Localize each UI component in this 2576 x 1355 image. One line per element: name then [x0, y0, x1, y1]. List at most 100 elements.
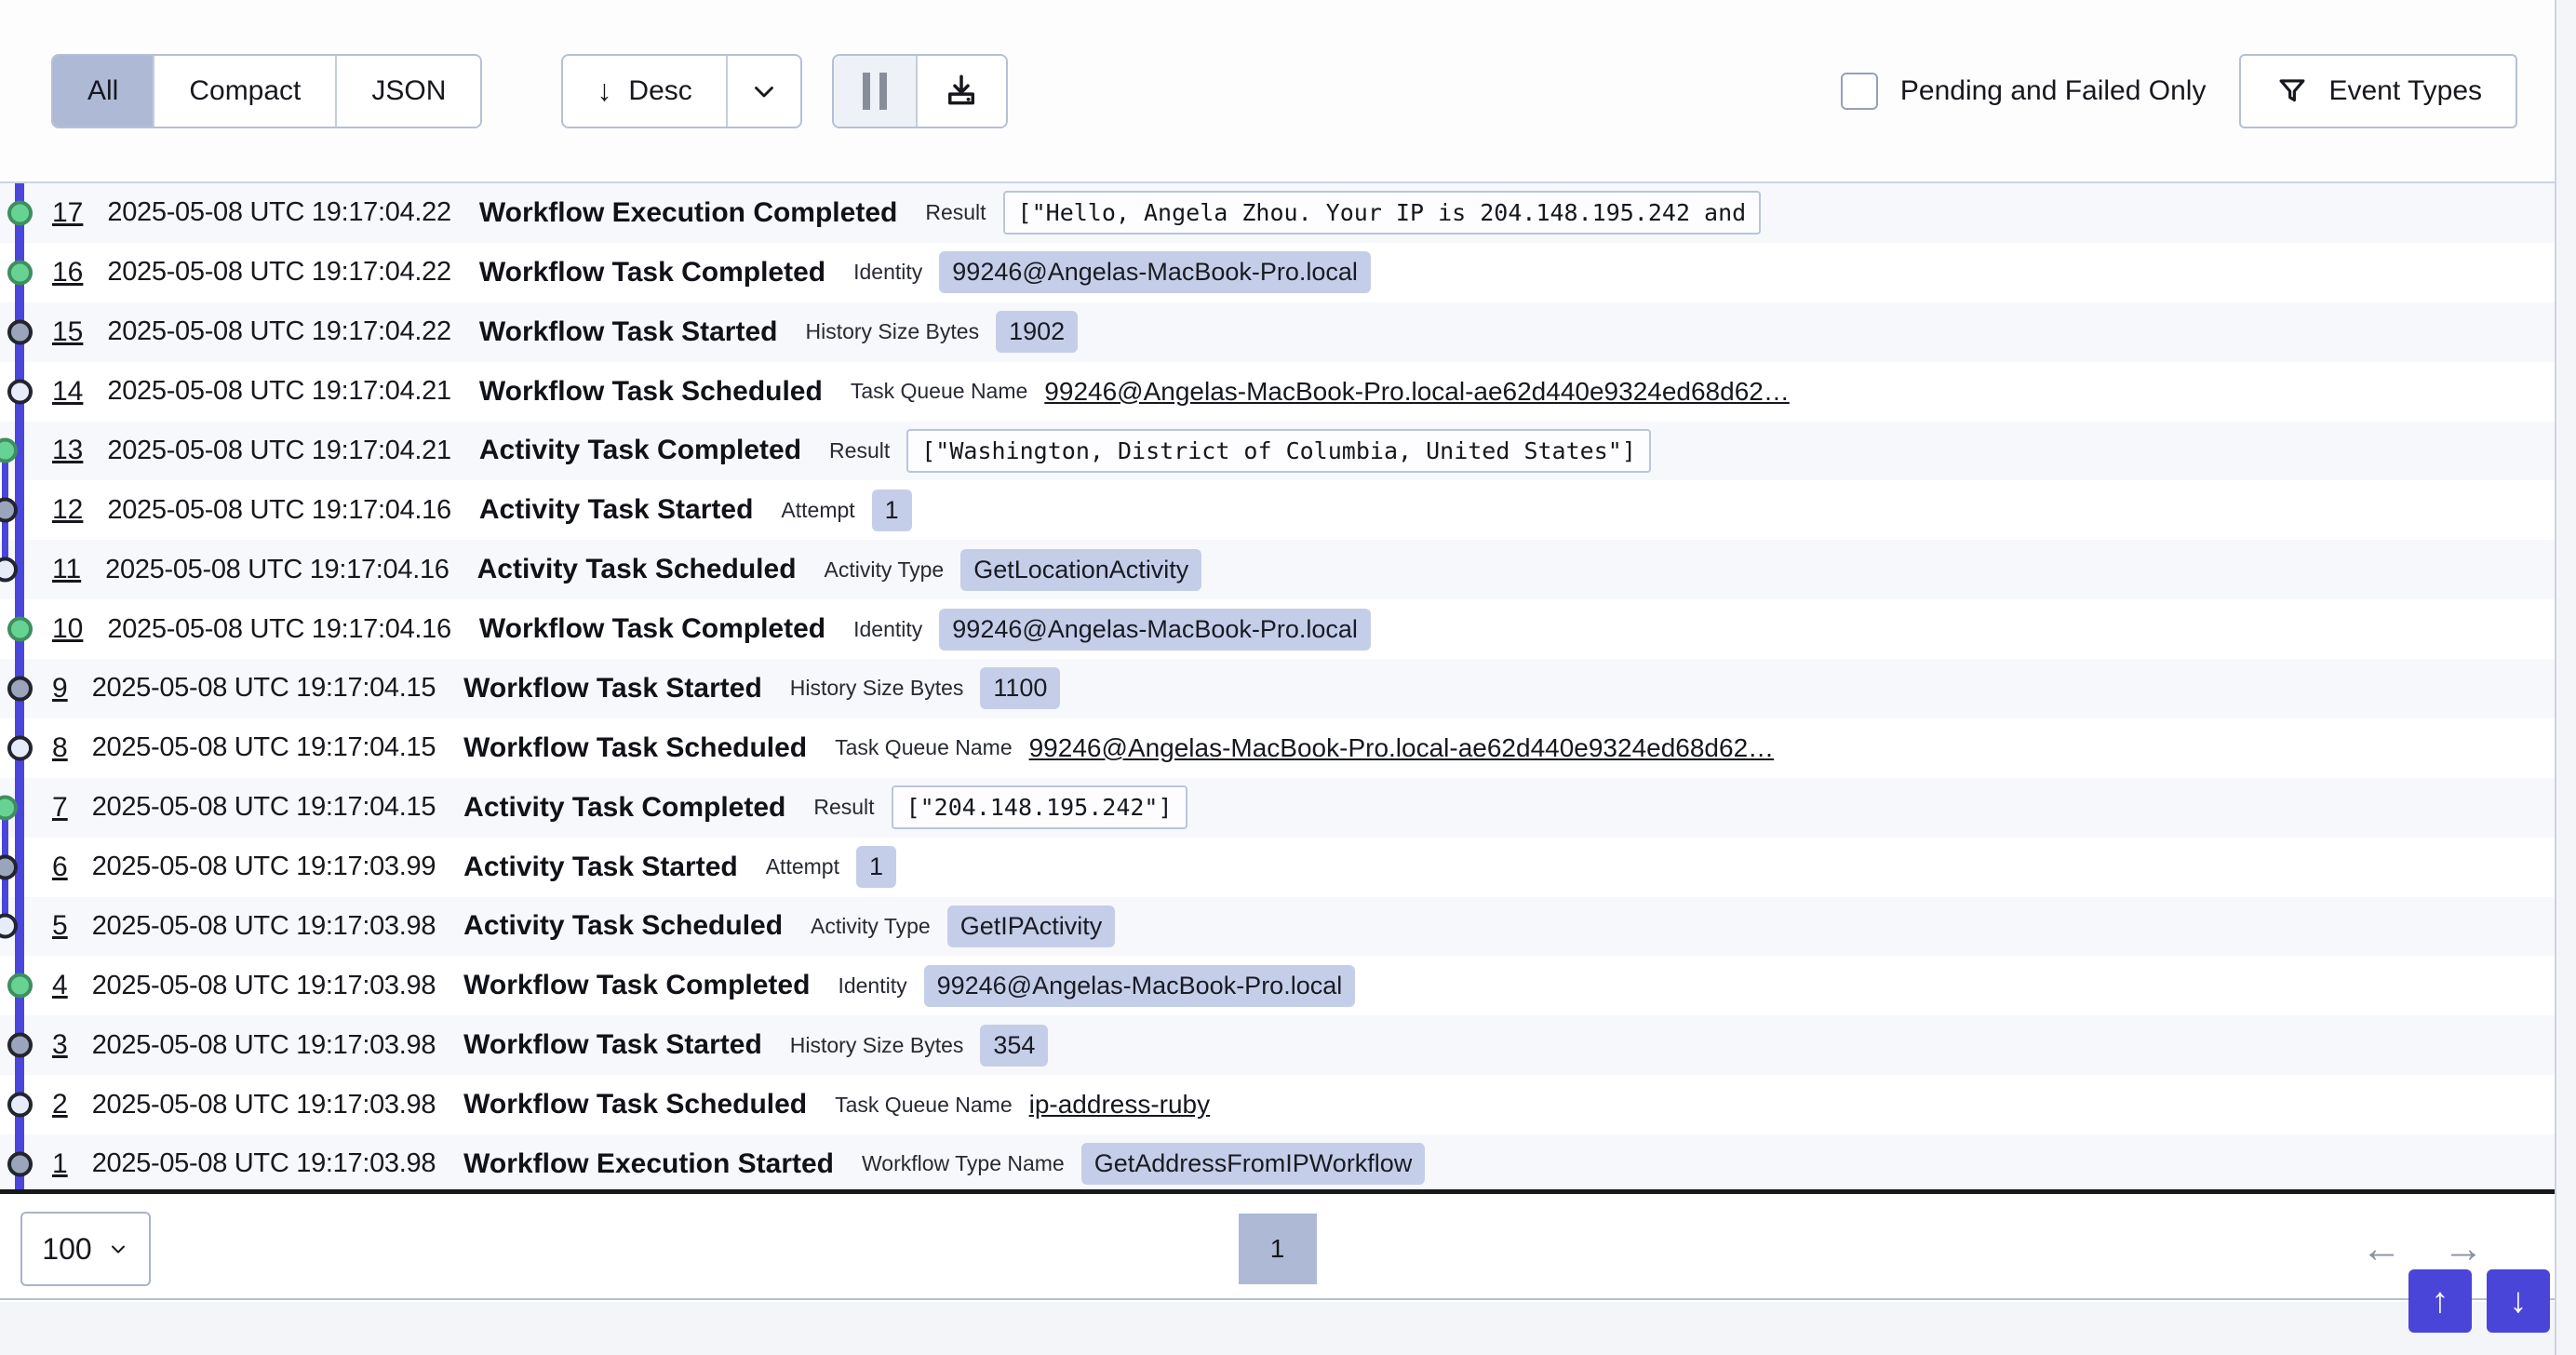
- event-name: Workflow Task Completed: [463, 970, 810, 1001]
- event-status-dot: [7, 617, 33, 642]
- next-page-icon[interactable]: →: [2443, 1228, 2484, 1269]
- event-row[interactable]: 11 2025-05-08 UTC 19:17:04.16 Activity T…: [0, 540, 2555, 599]
- current-page-button[interactable]: 1: [1239, 1214, 1317, 1284]
- event-name: Workflow Task Started: [479, 316, 778, 348]
- event-id-link[interactable]: 5: [52, 910, 68, 942]
- event-attr-value: 99246@Angelas-MacBook-Pro.local: [939, 609, 1371, 651]
- event-row[interactable]: 15 2025-05-08 UTC 19:17:04.22 Workflow T…: [0, 302, 2555, 362]
- event-row[interactable]: 14 2025-05-08 UTC 19:17:04.21 Workflow T…: [0, 362, 2555, 422]
- event-attr-label: Identity: [853, 260, 922, 285]
- download-icon: [942, 72, 981, 111]
- event-attr-value[interactable]: 99246@Angelas-MacBook-Pro.local-ae62d440…: [1029, 733, 1775, 763]
- event-row[interactable]: 2 2025-05-08 UTC 19:17:03.98 Workflow Ta…: [0, 1075, 2555, 1134]
- event-row[interactable]: 8 2025-05-08 UTC 19:17:04.15 Workflow Ta…: [0, 718, 2555, 778]
- sort-order-split-button: ↓ Desc: [561, 54, 801, 128]
- page-size-value: 100: [42, 1232, 91, 1267]
- event-id-link[interactable]: 11: [52, 554, 81, 585]
- event-row[interactable]: 4 2025-05-08 UTC 19:17:03.98 Workflow Ta…: [0, 956, 2555, 1015]
- event-row[interactable]: 6 2025-05-08 UTC 19:17:03.99 Activity Ta…: [0, 838, 2555, 897]
- event-attr-label: History Size Bytes: [790, 1033, 964, 1058]
- event-id-link[interactable]: 16: [52, 257, 83, 288]
- event-id-link[interactable]: 17: [52, 197, 83, 229]
- event-id-link[interactable]: 9: [52, 673, 68, 704]
- event-attr-value: 1100: [980, 667, 1060, 709]
- event-name: Workflow Task Started: [463, 1029, 762, 1061]
- event-status-dot: [7, 1033, 33, 1058]
- event-timestamp: 2025-05-08 UTC 19:17:03.98: [92, 911, 436, 942]
- event-history-toolbar: All Compact JSON ↓ Desc: [0, 0, 2555, 183]
- event-id-link[interactable]: 10: [52, 613, 83, 645]
- event-attr-label: Identity: [838, 973, 906, 999]
- event-row[interactable]: 12 2025-05-08 UTC 19:17:04.16 Activity T…: [0, 480, 2555, 540]
- event-attr-label: Result: [925, 200, 986, 225]
- sort-order-button[interactable]: ↓ Desc: [563, 56, 725, 127]
- event-attr-value: 99246@Angelas-MacBook-Pro.local: [939, 251, 1371, 293]
- event-name: Workflow Task Scheduled: [463, 732, 807, 764]
- tab-json[interactable]: JSON: [337, 56, 480, 127]
- event-attr-value: ["Washington, District of Columbia, Unit…: [906, 429, 1651, 473]
- page-size-select[interactable]: 100: [20, 1212, 151, 1286]
- event-id-link[interactable]: 1: [52, 1148, 68, 1180]
- event-attr-value: ["204.148.195.242"]: [892, 785, 1187, 829]
- event-name: Workflow Execution Started: [463, 1148, 834, 1180]
- toolbar-right-controls: Pending and Failed Only Event Types: [1841, 54, 2517, 128]
- sort-order-dropdown-button[interactable]: [726, 56, 800, 127]
- event-id-link[interactable]: 15: [52, 316, 83, 348]
- event-name: Workflow Task Started: [463, 673, 762, 704]
- event-timestamp: 2025-05-08 UTC 19:17:03.98: [92, 1030, 436, 1061]
- event-row[interactable]: 5 2025-05-08 UTC 19:17:03.98 Activity Ta…: [0, 897, 2555, 957]
- event-attr-value[interactable]: 99246@Angelas-MacBook-Pro.local-ae62d440…: [1044, 377, 1790, 407]
- tab-compact[interactable]: Compact: [154, 56, 337, 127]
- event-row[interactable]: 7 2025-05-08 UTC 19:17:04.15 Activity Ta…: [0, 778, 2555, 838]
- event-id-link[interactable]: 14: [52, 376, 83, 408]
- event-row[interactable]: 16 2025-05-08 UTC 19:17:04.22 Workflow T…: [0, 243, 2555, 302]
- event-attr-value[interactable]: ip-address-ruby: [1029, 1090, 1211, 1120]
- event-name: Workflow Task Completed: [479, 613, 825, 645]
- event-row[interactable]: 3 2025-05-08 UTC 19:17:03.98 Workflow Ta…: [0, 1015, 2555, 1075]
- scrollbar-gutter[interactable]: [2555, 0, 2576, 1355]
- chevron-down-icon: [107, 1238, 129, 1260]
- event-id-link[interactable]: 4: [52, 970, 68, 1001]
- filter-funnel-icon: [2274, 74, 2310, 109]
- sort-order-label: Desc: [628, 75, 691, 107]
- event-name: Workflow Task Scheduled: [479, 376, 823, 408]
- event-row[interactable]: 1 2025-05-08 UTC 19:17:03.98 Workflow Ex…: [0, 1134, 2555, 1194]
- event-row[interactable]: 17 2025-05-08 UTC 19:17:04.22 Workflow E…: [0, 183, 2555, 243]
- scroll-to-top-button[interactable]: ↑: [2408, 1269, 2472, 1333]
- event-timestamp: 2025-05-08 UTC 19:17:04.16: [107, 614, 450, 645]
- event-row[interactable]: 13 2025-05-08 UTC 19:17:04.21 Activity T…: [0, 422, 2555, 481]
- event-types-filter-button[interactable]: Event Types: [2239, 54, 2517, 128]
- event-timestamp: 2025-05-08 UTC 19:17:04.15: [92, 673, 436, 704]
- event-name: Activity Task Scheduled: [463, 910, 783, 942]
- scroll-to-bottom-button[interactable]: ↓: [2487, 1269, 2550, 1333]
- event-timestamp: 2025-05-08 UTC 19:17:03.98: [92, 1148, 436, 1179]
- event-types-label: Event Types: [2328, 75, 2482, 107]
- event-id-link[interactable]: 6: [52, 852, 68, 883]
- event-id-link[interactable]: 2: [52, 1089, 68, 1120]
- event-row[interactable]: 9 2025-05-08 UTC 19:17:04.15 Workflow Ta…: [0, 659, 2555, 718]
- event-timestamp: 2025-05-08 UTC 19:17:04.15: [92, 732, 436, 763]
- event-attr-label: Attempt: [766, 854, 839, 879]
- event-name: Workflow Task Completed: [479, 257, 825, 288]
- event-status-dot: [7, 1151, 33, 1176]
- download-history-button[interactable]: [918, 56, 1006, 127]
- event-id-link[interactable]: 7: [52, 792, 68, 824]
- event-attr-label: History Size Bytes: [805, 319, 979, 344]
- event-id-link[interactable]: 8: [52, 732, 68, 764]
- tab-all[interactable]: All: [53, 56, 154, 127]
- event-id-link[interactable]: 12: [52, 494, 83, 526]
- event-status-dot: [7, 319, 33, 344]
- pause-updates-button[interactable]: [834, 56, 918, 127]
- event-attr-label: Workflow Type Name: [862, 1151, 1065, 1176]
- history-actions-group: [832, 54, 1008, 128]
- event-id-link[interactable]: 3: [52, 1029, 68, 1061]
- event-attr-value: GetLocationActivity: [960, 549, 1201, 591]
- pending-failed-checkbox[interactable]: [1841, 73, 1878, 110]
- event-id-link[interactable]: 13: [52, 435, 83, 466]
- previous-page-icon[interactable]: ←: [2361, 1228, 2402, 1269]
- event-attr-value: 1: [856, 846, 896, 888]
- pending-failed-label[interactable]: Pending and Failed Only: [1900, 75, 2207, 107]
- event-attr-label: Attempt: [781, 498, 854, 523]
- event-row[interactable]: 10 2025-05-08 UTC 19:17:04.16 Workflow T…: [0, 599, 2555, 659]
- event-timestamp: 2025-05-08 UTC 19:17:04.21: [107, 436, 450, 466]
